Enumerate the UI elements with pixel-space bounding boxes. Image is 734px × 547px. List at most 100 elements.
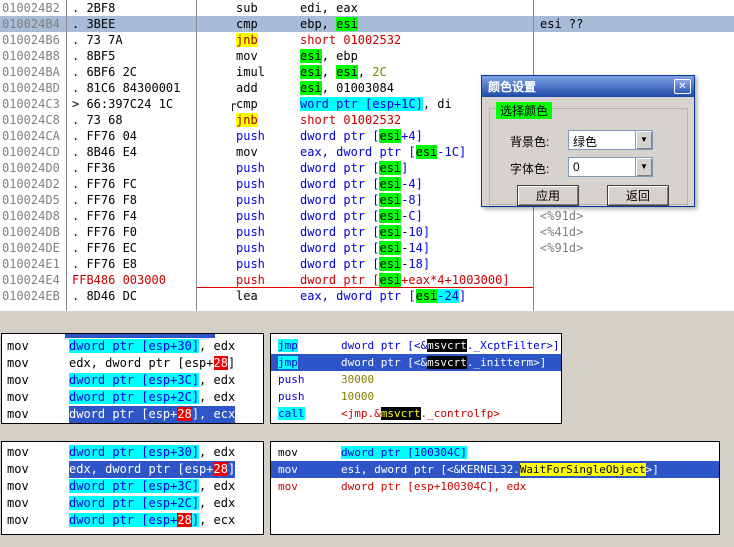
mnemonic: sub — [236, 0, 300, 16]
bytes-cell: . FF76 FC — [72, 177, 138, 191]
panel-row[interactable]: mov dword ptr [esp+30], edx — [2, 444, 263, 461]
panel-row[interactable]: mov dword ptr [esp+2C], edx — [2, 495, 263, 512]
code-token: mov — [7, 373, 29, 387]
apply-button[interactable]: 应用 — [517, 185, 579, 206]
operands: eax, dword ptr [esi-24] — [300, 288, 466, 304]
loop-bracket — [229, 160, 236, 176]
mnemonic: mov — [271, 461, 341, 478]
panel-row[interactable]: push 30000 — [271, 371, 561, 388]
chevron-down-icon[interactable]: ▼ — [635, 158, 652, 176]
background-color-label: 背景色: — [510, 135, 550, 149]
code-token: >] — [645, 463, 659, 476]
panel-row[interactable]: push 10000 — [271, 388, 561, 405]
code-token: mov — [7, 339, 29, 353]
disasm-row[interactable]: 010024D8 . FF76 F4 push dword ptr [esi-C] <%… — [0, 208, 734, 224]
chevron-down-icon[interactable]: ▼ — [635, 131, 652, 149]
mnemonic: cmp — [236, 96, 300, 112]
panel-row[interactable]: mov dword ptr [esp+28], ecx — [2, 512, 263, 529]
code-token: mov — [7, 479, 29, 493]
bytes-cell: . 8BF5 — [72, 49, 116, 63]
code-token: jnb — [236, 33, 258, 47]
panel-row[interactable]: jmp dword ptr [<&msvcrt._XcptFilter>] — [271, 337, 561, 354]
disasm-row[interactable]: 010024B6 . 73 7A jnb short 01002532 — [0, 32, 734, 48]
code-token: dword ptr [ — [300, 193, 380, 207]
bytes-cell: . 3BEE — [72, 17, 116, 31]
code-token: ._XcptFilter>] — [466, 339, 560, 352]
disasm-row[interactable]: 010024DE . FF76 EC push dword ptr [esi-14] <… — [0, 240, 734, 256]
address-cell: 010024D2 — [2, 177, 60, 191]
mnemonic: mov — [236, 48, 300, 64]
code-token: jnb — [236, 113, 258, 127]
color-settings-dialog: 颜色设置 ✕ 选择颜色 背景色: 绿色 ▼ 字体色: 0 ▼ 应用 返回 — [481, 75, 695, 207]
bytes-cell: FFB486 003000 — [72, 273, 166, 287]
operands: eax, dword ptr [esi-1C] — [300, 144, 466, 160]
code-token: eax, dword ptr [ — [300, 145, 416, 159]
code-token: mov — [7, 513, 29, 527]
code-token: esi — [379, 241, 402, 255]
operands: dword ptr [esp+2C], edx — [69, 495, 235, 512]
code-token: , edx — [199, 479, 236, 493]
loop-bracket — [229, 272, 236, 288]
panel-row[interactable]: mov edx, dword ptr [esp+28] — [2, 355, 263, 372]
code-token: push — [278, 390, 305, 403]
bytes-cell: . FF76 F8 — [72, 193, 138, 207]
disasm-row[interactable]: 010024E4 FFB486 003000 push dword ptr [esi+… — [0, 272, 734, 288]
mnemonic: mov — [2, 495, 69, 512]
code-token: -24 — [437, 289, 459, 303]
code-token: jmp — [278, 339, 298, 352]
code-token: esi — [336, 17, 358, 31]
code-token: esi — [415, 289, 438, 303]
operands: <jmp.&msvcrt._controlfp> — [341, 405, 500, 422]
close-icon[interactable]: ✕ — [674, 79, 691, 94]
background-color-select[interactable]: 绿色 ▼ — [568, 130, 653, 150]
bytes-cell: . 73 68 — [72, 113, 123, 127]
code-token: edx, dword ptr [esp+ — [69, 356, 214, 370]
column-separator — [196, 0, 197, 311]
mnemonic: mov — [2, 338, 69, 355]
address-cell: 010024E4 — [2, 273, 60, 287]
disasm-row[interactable]: 010024B2 . 2BF8 sub edi, eax — [0, 0, 734, 16]
disasm-row[interactable]: 010024EB . 8D46 DC lea eax, dword ptr [esi-… — [0, 288, 734, 304]
operands: dword ptr [esp+28], ecx — [69, 512, 235, 529]
disasm-row[interactable]: 010024E1 . FF76 E8 push dword ptr [esi-18] — [0, 256, 734, 272]
panel-row[interactable]: mov dword ptr [esp+3C], edx — [2, 372, 263, 389]
code-token: short 01002532 — [300, 33, 402, 47]
code-token: 10000 — [341, 390, 375, 403]
panel-row[interactable]: mov edx, dword ptr [esp+28] — [2, 461, 263, 478]
operands: 10000 — [341, 388, 374, 405]
code-token: push — [236, 241, 265, 255]
code-token: dword ptr [ — [300, 241, 380, 255]
panel-row[interactable]: mov dword ptr [esp+2C], edx — [2, 389, 263, 406]
address-cell: 010024DB — [2, 225, 60, 239]
address-cell: 010024B2 — [2, 1, 60, 15]
mnemonic: mov — [2, 478, 69, 495]
code-token: ] — [401, 161, 409, 175]
code-token: ] — [191, 513, 200, 527]
panel-row[interactable]: mov dword ptr [esp+3C], edx — [2, 478, 263, 495]
operands: dword ptr [esi+eax*4+1003000] — [300, 272, 510, 288]
panel-row[interactable]: mov dword ptr [esp+28], ecx — [2, 406, 263, 423]
disasm-row[interactable]: 010024B4 . 3BEE cmp ebp, esi esi ?? — [0, 16, 734, 32]
code-token: mov — [7, 445, 29, 459]
return-button[interactable]: 返回 — [607, 185, 669, 206]
code-token: msvcrt — [427, 339, 467, 352]
mnemonic: mov — [2, 389, 69, 406]
operands: edx, dword ptr [esp+28] — [69, 461, 236, 478]
panel-row[interactable]: mov dword ptr [esp+100304C], edx — [271, 478, 719, 495]
code-token: esi — [379, 209, 402, 223]
panel-row[interactable]: call <jmp.&msvcrt._controlfp> — [271, 405, 561, 422]
code-token: esi — [300, 81, 322, 95]
disasm-row[interactable]: 010024B8 . 8BF5 mov esi, ebp — [0, 48, 734, 64]
panel-row[interactable]: mov esi, dword ptr [<&KERNEL32.WaitForSin… — [271, 461, 719, 478]
mnemonic: call — [271, 405, 341, 422]
code-token: mov — [236, 49, 258, 63]
disasm-row[interactable]: 010024DB . FF76 F0 push dword ptr [esi-10] <… — [0, 224, 734, 240]
dialog-titlebar[interactable]: 颜色设置 ✕ — [482, 76, 694, 97]
panel-row[interactable]: mov dword ptr [esp+30], edx — [2, 338, 263, 355]
panel-row[interactable]: mov dword ptr [100304C] — [271, 444, 719, 461]
comment-cell: <%91d> — [540, 241, 584, 255]
panel-row[interactable]: jmp dword ptr [<&msvcrt._initterm>] — [271, 354, 561, 371]
code-token: , edx — [199, 445, 236, 459]
font-color-select[interactable]: 0 ▼ — [568, 157, 653, 177]
mnemonic: push — [236, 240, 300, 256]
